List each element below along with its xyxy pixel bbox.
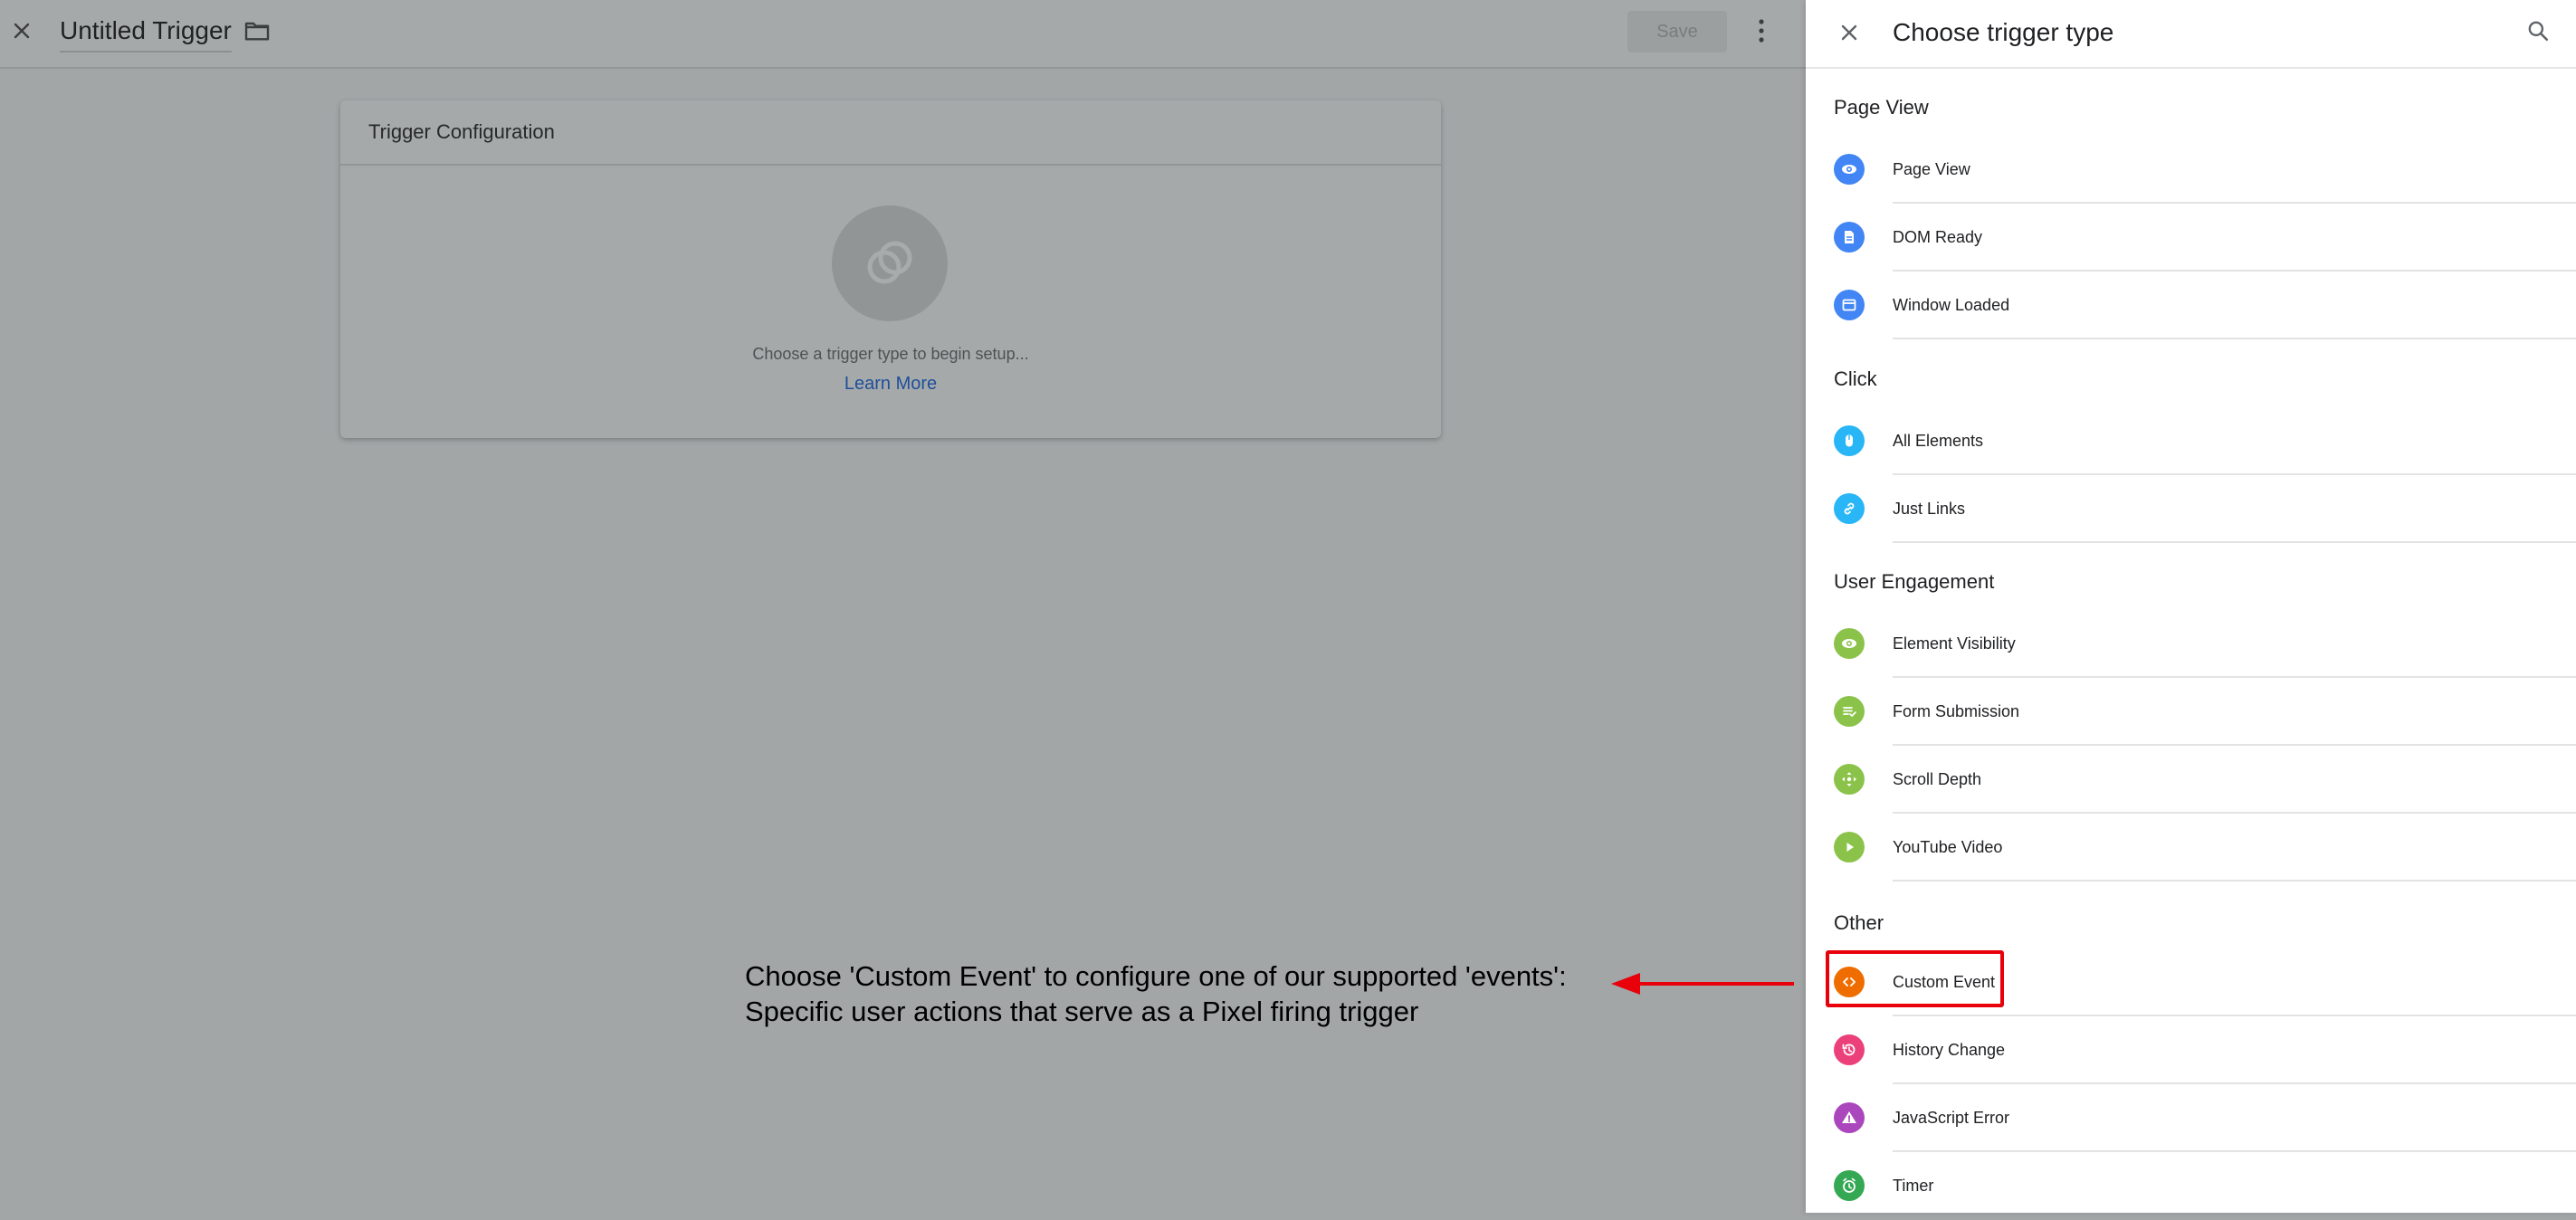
card-header: Trigger Configuration — [340, 100, 1441, 166]
window-icon — [1834, 290, 1865, 320]
annotation-line-1: Choose 'Custom Event' to configure one o… — [745, 960, 1567, 992]
save-button[interactable]: Save — [1627, 11, 1727, 52]
trigger-configuration-card: Trigger Configuration Choose a trigger t… — [340, 100, 1441, 438]
more-vert-icon — [1759, 19, 1764, 43]
trigger-item-youtube-video[interactable]: YouTube Video — [1806, 814, 2576, 882]
divider — [1893, 338, 2576, 339]
close-editor-button[interactable] — [4, 13, 40, 49]
editor-top-bar: Untitled Trigger Save — [0, 0, 1806, 69]
trigger-item-just-links[interactable]: Just Links — [1806, 475, 2576, 543]
card-hint-text: Choose a trigger type to begin setup... — [752, 345, 1029, 363]
card-title: Trigger Configuration — [368, 120, 555, 143]
mouse-icon — [1834, 425, 1865, 456]
history-icon — [1834, 1034, 1865, 1065]
trigger-item-label: Just Links — [1893, 500, 1966, 518]
annotation-arrow-icon — [1611, 973, 1794, 995]
trigger-title: Untitled Trigger — [60, 16, 232, 44]
trigger-item-form-submission[interactable]: Form Submission — [1806, 678, 2576, 746]
annotation-text: Choose 'Custom Event' to configure one o… — [745, 958, 1567, 1029]
trigger-item-label: YouTube Video — [1893, 838, 2003, 856]
trigger-item-label: Form Submission — [1893, 702, 2020, 720]
annotation-line-2: Specific user actions that serve as a Pi… — [745, 996, 1419, 1027]
trigger-item-label: Page View — [1893, 160, 1970, 178]
section-click: Click — [1834, 367, 1877, 390]
search-button[interactable] — [2520, 13, 2556, 49]
trigger-item-timer[interactable]: Timer — [1806, 1152, 2576, 1220]
eye-icon — [1834, 628, 1865, 659]
panel-title: Choose trigger type — [1893, 18, 2114, 46]
folder-icon — [244, 22, 270, 41]
learn-more-link[interactable]: Learn More — [340, 374, 1441, 395]
trigger-item-page-view[interactable]: Page View — [1806, 136, 2576, 204]
folder-button[interactable] — [243, 16, 272, 45]
play-icon — [1834, 832, 1865, 863]
trigger-name-field[interactable]: Untitled Trigger — [60, 14, 232, 52]
section-page-view: Page View — [1834, 96, 1929, 119]
search-icon — [2528, 21, 2549, 42]
choose-trigger-type-panel: Choose trigger type Page View Page View … — [1806, 0, 2576, 1213]
link-icon — [1834, 493, 1865, 524]
clock-icon — [1834, 1170, 1865, 1201]
panel-header: Choose trigger type — [1806, 0, 2576, 69]
trigger-item-label: Timer — [1893, 1177, 1934, 1195]
trigger-item-label: History Change — [1893, 1041, 2006, 1059]
trigger-item-label: Custom Event — [1893, 973, 1996, 991]
trigger-item-element-visibility[interactable]: Element Visibility — [1806, 610, 2576, 678]
eye-icon — [1834, 154, 1865, 185]
choose-trigger-placeholder[interactable] — [832, 205, 948, 321]
form-icon — [1834, 696, 1865, 727]
trigger-item-label: Window Loaded — [1893, 296, 2010, 314]
close-icon — [14, 23, 30, 39]
close-panel-button[interactable] — [1831, 14, 1867, 51]
trigger-item-window-loaded[interactable]: Window Loaded — [1806, 272, 2576, 339]
section-user-engagement: User Engagement — [1834, 570, 1995, 593]
trigger-item-label: Element Visibility — [1893, 634, 2016, 653]
divider — [1893, 880, 2576, 882]
trigger-item-scroll-depth[interactable]: Scroll Depth — [1806, 746, 2576, 814]
close-icon — [1841, 24, 1857, 41]
trigger-item-label: JavaScript Error — [1893, 1109, 2010, 1127]
trigger-item-dom-ready[interactable]: DOM Ready — [1806, 204, 2576, 272]
trigger-item-history-change[interactable]: History Change — [1806, 1016, 2576, 1084]
document-icon — [1834, 222, 1865, 253]
code-icon — [1834, 967, 1865, 997]
trigger-item-all-elements[interactable]: All Elements — [1806, 407, 2576, 475]
more-options-button[interactable] — [1749, 13, 1774, 49]
trigger-item-javascript-error[interactable]: JavaScript Error — [1806, 1084, 2576, 1152]
divider — [1893, 541, 2576, 543]
section-other: Other — [1834, 911, 1884, 934]
move-icon — [1834, 764, 1865, 795]
warning-icon — [1834, 1102, 1865, 1133]
trigger-item-label: DOM Ready — [1893, 228, 1983, 246]
trigger-placeholder-icon — [867, 241, 912, 284]
trigger-item-custom-event[interactable]: Custom Event — [1806, 948, 2576, 1016]
trigger-item-label: Scroll Depth — [1893, 770, 1982, 788]
trigger-item-label: All Elements — [1893, 432, 1984, 450]
